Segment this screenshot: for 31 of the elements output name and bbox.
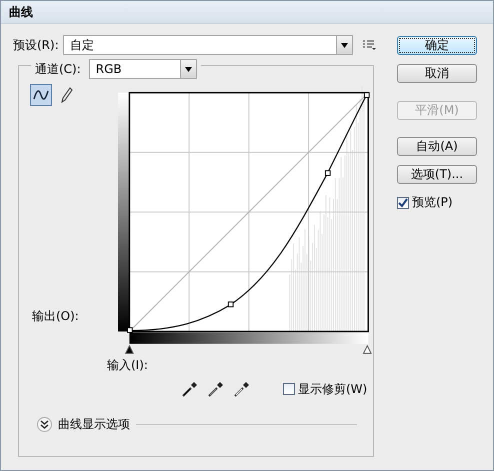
caret-icon	[184, 66, 192, 72]
curve-display-options-label: 曲线显示选项	[58, 416, 130, 433]
window-title: 曲线	[9, 4, 33, 20]
eyedropper-icon[interactable]	[181, 380, 199, 398]
dialog-button[interactable]: 确定	[397, 36, 477, 55]
checkbox[interactable]	[397, 196, 409, 208]
dialog-button[interactable]: 自动(A)	[397, 137, 477, 156]
channel-label: 通道(C):	[35, 60, 81, 78]
checkmark-icon	[398, 198, 408, 208]
eyedropper-icon[interactable]	[233, 380, 251, 398]
checkbox[interactable]	[283, 383, 295, 395]
curve-graph[interactable]	[127, 86, 370, 333]
preset-menu-icon[interactable]	[362, 40, 376, 50]
dialog-button[interactable]: 取消	[397, 64, 477, 83]
input-label: 输入(I):	[107, 358, 148, 372]
preset-label: 预设(R):	[13, 36, 59, 54]
preview-label: 预览(P)	[412, 194, 453, 211]
pencil-icon	[61, 87, 73, 103]
eyedropper-icon[interactable]	[207, 380, 225, 398]
caret-icon	[340, 42, 348, 48]
channel-dropdown[interactable]: RGB	[88, 59, 197, 79]
input-slider-handle[interactable]	[124, 344, 134, 354]
show-clipping-label: 显示修剪(W)	[298, 380, 368, 398]
dialog-button[interactable]: 选项(T)...	[397, 165, 477, 184]
curve-tool-icon	[33, 89, 49, 101]
input-slider-handle[interactable]	[362, 344, 372, 354]
curve-tool-button[interactable]	[30, 84, 52, 106]
output-label: 输出(O):	[32, 308, 79, 325]
preset-dropdown[interactable]: 自定	[62, 35, 353, 55]
expand-button[interactable]	[37, 417, 52, 432]
chevron-icon	[40, 420, 49, 429]
